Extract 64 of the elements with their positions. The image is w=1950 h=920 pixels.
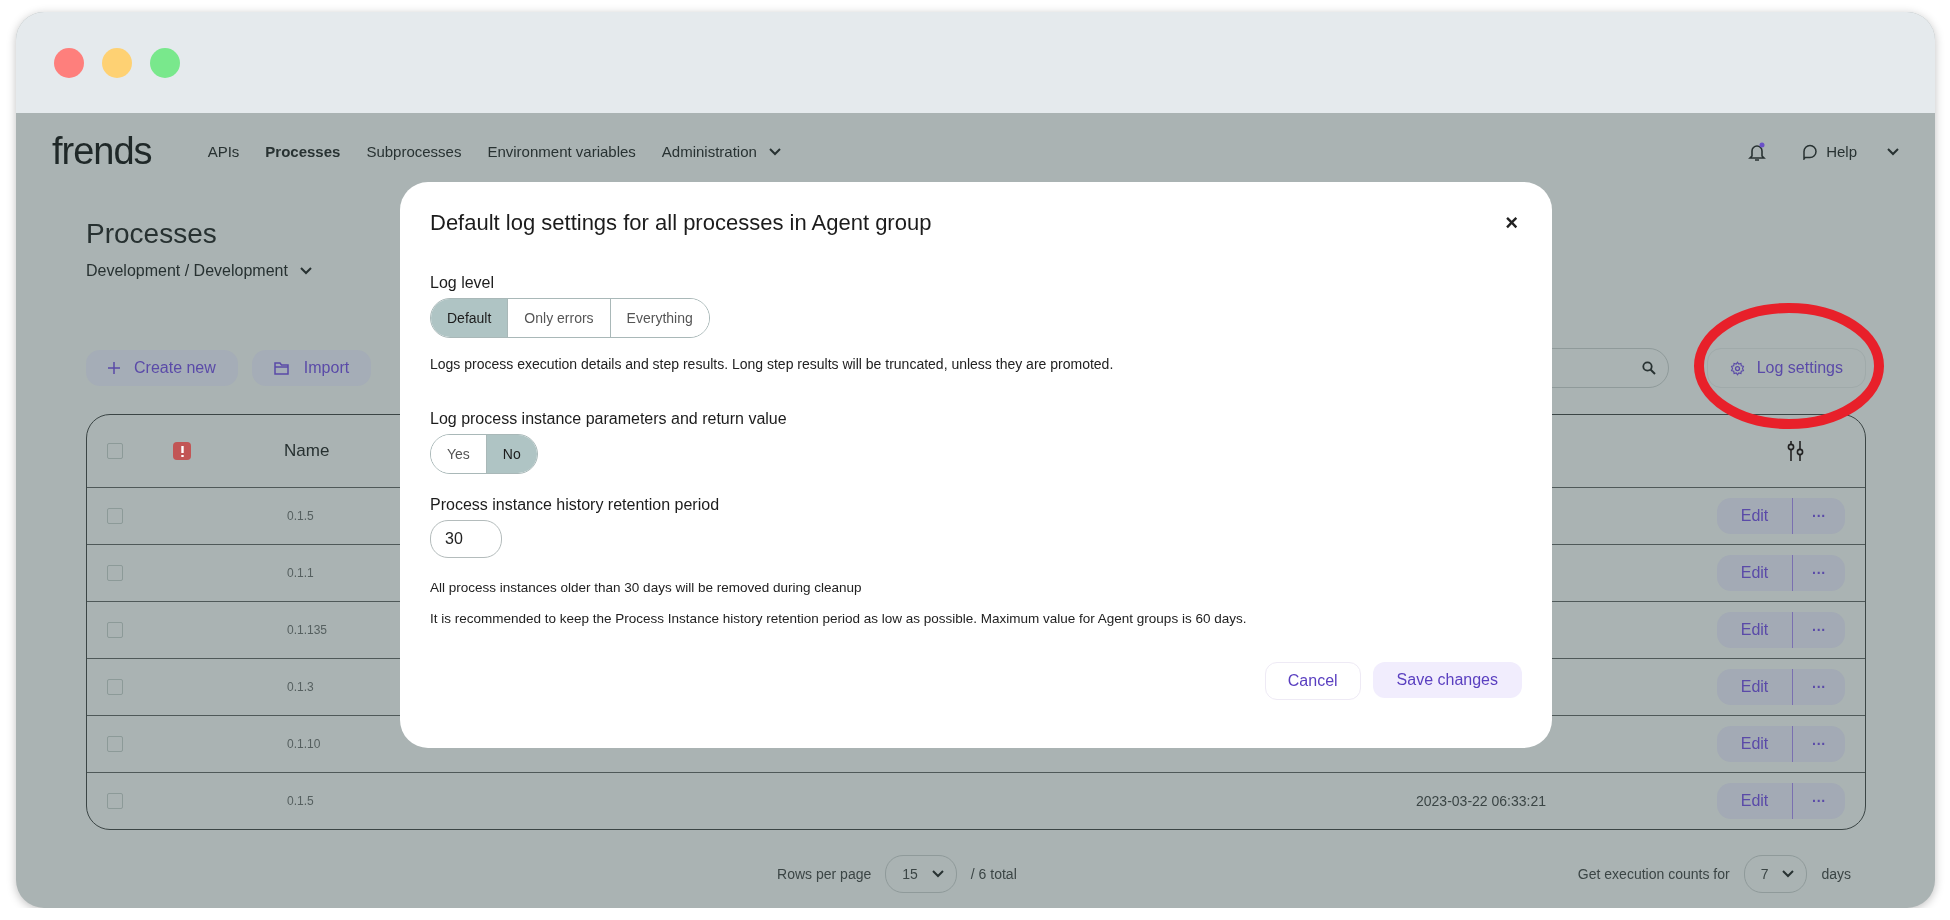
close-window-icon[interactable] bbox=[54, 47, 84, 78]
field-label: Log process instance parameters and return value bbox=[430, 410, 787, 428]
error-icon bbox=[173, 442, 191, 460]
total-count-text: / 6 total bbox=[970, 866, 1017, 882]
note-text: All process instances older than 30 days will be removed during cleanup bbox=[430, 580, 862, 595]
nav-link[interactable]: Subprocesses bbox=[366, 143, 462, 160]
column-settings-icon[interactable] bbox=[1787, 441, 1805, 461]
field-label: Process instance history retention period bbox=[430, 496, 720, 514]
log-level-description: Logs process execution details and step results. Long step results will be truncated, unless they are promoted. bbox=[430, 356, 1114, 372]
select-all-checkbox[interactable] bbox=[107, 443, 123, 459]
row-checkbox[interactable] bbox=[107, 736, 123, 752]
rows-per-page-label: Rows per page bbox=[777, 866, 872, 882]
execution-counts-label: Get execution counts for bbox=[1577, 866, 1730, 882]
chat-bubble-icon bbox=[1802, 143, 1819, 160]
chevron-down-icon bbox=[299, 267, 312, 275]
folder-icon bbox=[273, 361, 290, 375]
maximize-window-icon[interactable] bbox=[150, 47, 180, 78]
row-checkbox[interactable] bbox=[107, 508, 123, 524]
import-button[interactable]: Import bbox=[251, 350, 372, 386]
chevron-down-icon bbox=[1782, 870, 1795, 878]
page-title: Processes bbox=[86, 218, 217, 250]
minimize-window-icon[interactable] bbox=[102, 47, 132, 78]
field-label: Log level bbox=[430, 274, 495, 292]
help-link[interactable]: Help bbox=[1802, 143, 1857, 160]
cancel-button[interactable]: Cancel bbox=[1264, 662, 1361, 700]
days-select[interactable]: 7 bbox=[1743, 855, 1808, 893]
version-text: 0.1.5 bbox=[287, 794, 314, 808]
plus-icon bbox=[108, 362, 120, 374]
log-level-option[interactable]: Everything bbox=[609, 299, 709, 337]
note-text: It is recommended to keep the Process Instance history retention period as low as possible. Maximum value for Agent groups is 60 days. bbox=[430, 611, 1247, 626]
log-level-option[interactable]: Default bbox=[431, 299, 508, 337]
column-header[interactable]: Name bbox=[284, 441, 330, 461]
version-text: 0.1.1 bbox=[287, 566, 314, 580]
row-checkbox[interactable] bbox=[107, 622, 123, 638]
version-text: 0.1.135 bbox=[287, 623, 328, 637]
chevron-down-icon bbox=[1887, 147, 1899, 156]
row-checkbox[interactable] bbox=[107, 793, 123, 809]
chevron-down-icon bbox=[931, 870, 944, 878]
log-settings-button[interactable]: Log settings bbox=[1706, 348, 1866, 388]
gear-icon bbox=[1729, 360, 1745, 376]
nav-link[interactable]: Environment variables bbox=[487, 143, 636, 160]
nav-link[interactable]: Processes bbox=[265, 143, 341, 160]
save-changes-button[interactable]: Save changes bbox=[1372, 662, 1522, 698]
search-icon bbox=[1641, 361, 1656, 375]
row-checkbox[interactable] bbox=[107, 679, 123, 695]
row-checkbox[interactable] bbox=[107, 565, 123, 581]
days-label: days bbox=[1821, 866, 1851, 882]
chevron-down-icon bbox=[768, 147, 781, 156]
bell-icon[interactable] bbox=[1748, 141, 1767, 162]
account-menu-button[interactable] bbox=[1887, 147, 1899, 156]
dialog-title: Default log settings for all processes in Agent group bbox=[430, 210, 932, 236]
date-text: 2023-03-22 06:33:21 bbox=[1416, 793, 1547, 809]
version-text: 0.1.10 bbox=[287, 737, 321, 751]
environment-selector[interactable]: Development / Development bbox=[86, 262, 312, 280]
close-button[interactable]: × bbox=[1501, 210, 1522, 236]
rows-per-page-select[interactable]: 15 bbox=[885, 855, 957, 893]
create-new-button[interactable]: Create new bbox=[86, 350, 238, 386]
retention-input[interactable]: 30 bbox=[430, 520, 502, 558]
version-text: 0.1.5 bbox=[287, 509, 314, 523]
nav-link[interactable]: Administration bbox=[661, 143, 781, 160]
nav-link[interactable]: APIs bbox=[207, 143, 240, 160]
logo[interactable]: frends bbox=[52, 130, 152, 173]
toggle-option[interactable]: No bbox=[485, 435, 537, 473]
version-text: 0.1.3 bbox=[287, 680, 314, 694]
